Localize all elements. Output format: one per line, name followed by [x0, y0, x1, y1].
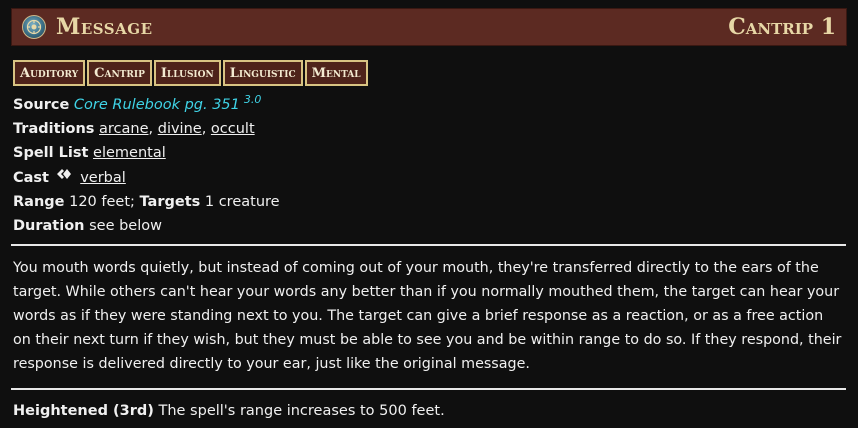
- duration-label: Duration: [13, 218, 85, 234]
- source-label: Source: [13, 97, 70, 113]
- targets-label: Targets: [139, 194, 201, 210]
- heightened-label: Heightened (3rd): [13, 403, 154, 419]
- source-book-link[interactable]: Core Rulebook pg. 351: [74, 97, 240, 113]
- trait-mental[interactable]: Mental: [304, 60, 368, 86]
- tradition-arcane-link[interactable]: arcane: [99, 121, 149, 137]
- tradition-separator: ,: [201, 121, 211, 137]
- source-version: 3.0: [243, 93, 262, 106]
- range-value: 120 feet;: [69, 194, 135, 210]
- traditions-label: Traditions: [13, 121, 95, 137]
- divider: [11, 244, 846, 246]
- spell-header-left: Message: [22, 14, 153, 40]
- spell-level: Cantrip 1: [728, 14, 836, 40]
- trait-auditory[interactable]: Auditory: [13, 60, 86, 86]
- spell-list-line: Spell List elemental: [13, 143, 166, 163]
- traditions-line: Traditions arcane, divine, occult: [13, 119, 255, 139]
- heightened-line: Heightened (3rd) The spell's range incre…: [13, 401, 445, 421]
- divider: [11, 388, 846, 390]
- spell-header: Message Cantrip 1: [11, 8, 847, 46]
- spell-title[interactable]: Message: [56, 14, 153, 40]
- single-action-icon: [56, 167, 72, 187]
- duration-line: Duration see below: [13, 216, 162, 236]
- cast-label: Cast: [13, 170, 49, 186]
- range-label: Range: [13, 194, 65, 210]
- school-divination-icon: [22, 15, 46, 39]
- cast-line: Cast verbal: [13, 167, 126, 187]
- spell-description: You mouth words quietly, but instead of …: [13, 260, 842, 372]
- duration-value: see below: [89, 218, 162, 234]
- trait-illusion[interactable]: Illusion: [153, 60, 221, 86]
- heightened-text: The spell's range increases to 500 feet.: [158, 403, 445, 419]
- tradition-occult-link[interactable]: occult: [211, 121, 255, 137]
- range-line: Range 120 feet; Targets 1 creature: [13, 192, 280, 212]
- spell-list-elemental-link[interactable]: elemental: [93, 145, 166, 161]
- targets-value: 1 creature: [204, 194, 280, 210]
- cast-verbal-link[interactable]: verbal: [80, 170, 126, 186]
- source-line: Source Core Rulebook pg. 351 3.0: [13, 93, 262, 115]
- tradition-divine-link[interactable]: divine: [158, 121, 202, 137]
- tradition-separator: ,: [148, 121, 158, 137]
- trait-list: Auditory Cantrip Illusion Linguistic Men…: [13, 60, 370, 86]
- trait-cantrip[interactable]: Cantrip: [87, 60, 152, 86]
- spell-list-label: Spell List: [13, 145, 89, 161]
- trait-linguistic[interactable]: Linguistic: [222, 60, 303, 86]
